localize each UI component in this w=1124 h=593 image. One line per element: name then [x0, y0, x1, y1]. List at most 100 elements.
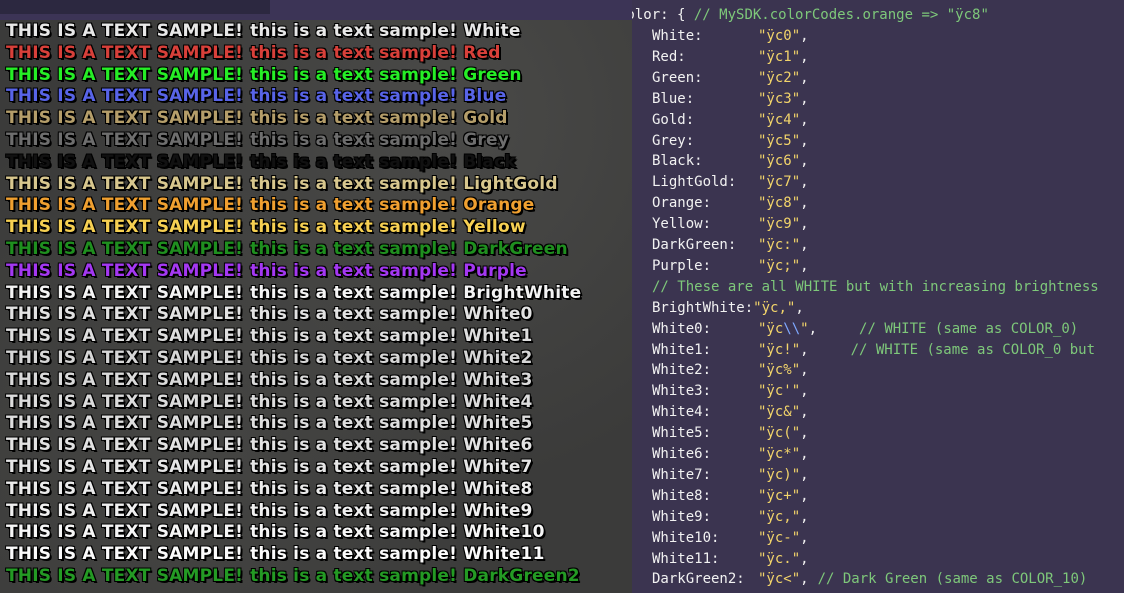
sample-line: THIS IS A TEXT SAMPLE! this is a text sam… — [6, 326, 533, 347]
code-entry-line: Red: "ÿc1", — [652, 47, 809, 68]
sample-lower-text: this is a text sample! — [250, 86, 458, 107]
sample-caps-text: THIS IS A TEXT SAMPLE! — [6, 86, 244, 107]
code-entry-line: White5: "ÿc(", — [652, 423, 809, 444]
code-entry-value: "ÿc," — [753, 299, 796, 316]
sample-lower-text: this is a text sample! — [250, 260, 458, 281]
code-entry-key: White3: — [652, 383, 712, 400]
sample-line: THIS IS A TEXT SAMPLE! this is a text sam… — [6, 392, 533, 413]
sample-lower-text: this is a text sample! — [250, 195, 458, 216]
code-entry-value: "ÿc1" — [758, 48, 801, 65]
code-entry-value: "ÿc:" — [758, 237, 801, 253]
code-entry-line: DarkGreen2: "ÿc<",// Dark Green (same as … — [652, 569, 1087, 590]
sample-caps-text: THIS IS A TEXT SAMPLE! — [6, 304, 244, 325]
code-entry-key: White1: — [652, 341, 712, 358]
code-entry-key: White11: — [652, 550, 720, 567]
code-entry-line: White10: "ÿc-", — [652, 528, 809, 549]
code-entry-value: "ÿc+" — [758, 487, 801, 504]
code-entry-value: "ÿc5" — [758, 132, 801, 149]
code-entry-line: Orange: "ÿc8", — [652, 193, 809, 214]
code-entry-key: White9: — [652, 508, 712, 525]
code-header-comment: // MySDK.colorCodes.orange => "ÿc8" — [693, 7, 989, 23]
sample-caps-text: THIS IS A TEXT SAMPLE! — [6, 64, 244, 85]
code-entry-line: DarkGreen: "ÿc:", — [652, 235, 809, 256]
sample-caps-text: THIS IS A TEXT SAMPLE! — [6, 260, 244, 281]
code-entry-value: "ÿc," — [758, 508, 801, 525]
code-entry-key: White: — [652, 28, 703, 44]
sample-line: THIS IS A TEXT SAMPLE! this is a text sam… — [6, 21, 521, 42]
code-entry-key: White2: — [652, 362, 712, 379]
sample-caps-text: THIS IS A TEXT SAMPLE! — [6, 151, 244, 172]
code-entry-value: "ÿc'" — [758, 383, 801, 400]
code-entry-line: LightGold: "ÿc7", — [652, 172, 809, 193]
sample-line: THIS IS A TEXT SAMPLE! this is a text sam… — [6, 522, 545, 543]
sample-caps-text: THIS IS A TEXT SAMPLE! — [6, 239, 244, 259]
code-comment-line: // These are all WHITE but with increasi… — [652, 277, 1099, 298]
code-entry-key: Red: — [652, 48, 686, 65]
code-entry-comment: // WHITE (same as COLOR_0) — [859, 320, 1079, 337]
sample-caps-text: THIS IS A TEXT SAMPLE! — [6, 130, 244, 150]
code-entry-line: Grey: "ÿc5", — [652, 131, 809, 152]
sample-color-name: Black — [463, 151, 516, 172]
sample-line: THIS IS A TEXT SAMPLE! this is a text sam… — [6, 261, 527, 282]
code-entry-line: Purple: "ÿc;", — [652, 256, 809, 277]
sample-lower-text: this is a text sample! — [250, 544, 458, 565]
sample-caps-text: THIS IS A TEXT SAMPLE! — [6, 348, 244, 368]
code-entry-line: White2: "ÿc%", — [652, 360, 809, 381]
sample-lower-text: this is a text sample! — [250, 522, 458, 543]
sample-color-name: White4 — [463, 391, 533, 412]
code-entry-line: BrightWhite:"ÿc,", — [652, 298, 804, 319]
sample-color-name: White8 — [463, 478, 533, 499]
code-entry-value: "ÿc*" — [758, 446, 801, 462]
code-header-open: Color: { — [632, 7, 686, 23]
code-entry-key: White7: — [652, 466, 712, 483]
sample-line: THIS IS A TEXT SAMPLE! this is a text sam… — [6, 195, 535, 216]
code-entry-key: Grey: — [652, 132, 695, 149]
sample-color-name: White6 — [463, 435, 533, 456]
sample-line: THIS IS A TEXT SAMPLE! this is a text sam… — [6, 239, 568, 260]
sample-caps-text: THIS IS A TEXT SAMPLE! — [6, 435, 244, 456]
code-entry-key: DarkGreen2: — [652, 571, 745, 588]
sample-line: THIS IS A TEXT SAMPLE! this is a text sam… — [6, 348, 533, 369]
sample-color-name: DarkGreen — [463, 239, 568, 259]
code-entry-key: Blue: — [652, 90, 695, 107]
sample-color-name: White1 — [463, 326, 533, 347]
code-entry-value: "ÿc<" — [758, 571, 801, 588]
code-entry-line: White3: "ÿc'", — [652, 381, 809, 402]
sample-caps-text: THIS IS A TEXT SAMPLE! — [6, 21, 244, 41]
sample-color-name: Red — [463, 42, 501, 63]
color-sample-panel: THIS IS A TEXT SAMPLE! this is a text sam… — [0, 0, 632, 593]
sample-color-name: LightGold — [463, 173, 558, 194]
code-entry-value: "ÿc;" — [758, 257, 801, 274]
sample-lower-text: this is a text sample! — [250, 413, 458, 434]
sample-lower-text: this is a text sample! — [250, 326, 458, 347]
sample-line: THIS IS A TEXT SAMPLE! this is a text sam… — [6, 544, 545, 565]
code-entry-key: Yellow: — [652, 216, 712, 233]
code-entry-value: "ÿc0" — [758, 28, 801, 44]
sample-caps-text: THIS IS A TEXT SAMPLE! — [6, 42, 244, 63]
sample-caps-text: THIS IS A TEXT SAMPLE! — [6, 217, 244, 238]
sample-line: THIS IS A TEXT SAMPLE! this is a text sam… — [6, 65, 522, 86]
sample-caps-text: THIS IS A TEXT SAMPLE! — [6, 566, 244, 586]
sample-lower-text: this is a text sample! — [250, 391, 458, 412]
sample-color-name: Yellow — [463, 217, 526, 238]
sample-lower-text: this is a text sample! — [250, 130, 458, 150]
code-entry-key: LightGold: — [652, 174, 737, 191]
code-entry-line: Green: "ÿc2", — [652, 68, 809, 89]
sample-caps-text: THIS IS A TEXT SAMPLE! — [6, 500, 244, 521]
sample-line: THIS IS A TEXT SAMPLE! this is a text sam… — [6, 86, 506, 107]
sample-lower-text: this is a text sample! — [250, 108, 458, 129]
code-entry-value: "ÿc." — [758, 550, 801, 567]
sample-line: THIS IS A TEXT SAMPLE! this is a text sam… — [6, 457, 533, 478]
sample-color-name: Grey — [463, 130, 509, 150]
sample-line: THIS IS A TEXT SAMPLE! this is a text sam… — [6, 501, 533, 522]
sample-caps-text: THIS IS A TEXT SAMPLE! — [6, 326, 244, 347]
sample-color-name: White5 — [463, 413, 533, 434]
code-entry-line: White0: "ÿc\\",// WHITE (same as COLOR_0) — [652, 319, 1078, 340]
sample-color-name: BrightWhite — [463, 282, 582, 303]
code-entry-key: White4: — [652, 404, 712, 421]
code-entry-key: White5: — [652, 425, 712, 442]
code-entry-line: Black: "ÿc6", — [652, 151, 809, 172]
sample-color-name: White0 — [463, 304, 533, 325]
sample-lower-text: this is a text sample! — [250, 64, 458, 85]
sample-lower-text: this is a text sample! — [250, 566, 458, 586]
